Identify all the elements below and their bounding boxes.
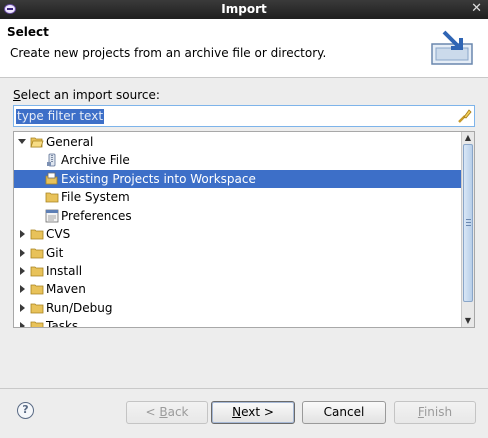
folder-icon [30, 321, 44, 327]
page-title: Select [7, 25, 49, 39]
collapsed-arrow-icon[interactable] [17, 280, 27, 298]
folder-icon [30, 303, 44, 314]
page-description: Create new projects from an archive file… [10, 46, 327, 60]
tree-vertical-scrollbar[interactable]: ▲ ▼ [461, 132, 474, 327]
folder-icon [45, 192, 59, 203]
window-title: Import [221, 2, 267, 16]
folder-open-icon [30, 137, 44, 148]
cancel-button[interactable]: Cancel [302, 401, 386, 424]
import-source-label: Select an import source: [13, 88, 160, 102]
collapsed-arrow-icon[interactable] [17, 262, 27, 280]
back-button[interactable]: < Back [126, 401, 208, 424]
tree-item-git[interactable]: Git [14, 244, 462, 262]
folder-icon [30, 248, 44, 259]
tree-item-install[interactable]: Install [14, 262, 462, 280]
scroll-up-icon[interactable]: ▲ [462, 132, 474, 144]
help-icon[interactable]: ? [17, 402, 34, 419]
tree-item-archive-file[interactable]: Archive File [14, 151, 462, 169]
tree-item-general[interactable]: General [14, 133, 462, 151]
wizard-header: Select Create new projects from an archi… [0, 19, 488, 78]
close-icon[interactable]: ✕ [471, 1, 482, 16]
scroll-down-icon[interactable]: ▼ [462, 315, 474, 327]
preferences-icon [45, 209, 59, 223]
tree-item-label: CVS [46, 227, 71, 241]
finish-button[interactable]: Finish [394, 401, 476, 424]
tree-item-label: Archive File [61, 153, 130, 167]
collapsed-arrow-icon[interactable] [17, 244, 27, 262]
tree-item-label: Preferences [61, 209, 132, 223]
folder-icon [30, 266, 44, 277]
tree-item-tasks[interactable]: Tasks [14, 317, 462, 328]
filter-input[interactable]: type filter text [13, 105, 475, 127]
clear-filter-icon[interactable] [456, 108, 472, 124]
collapsed-arrow-icon[interactable] [17, 299, 27, 317]
tree-item-label: Run/Debug [46, 301, 113, 315]
tree-item-label: Git [46, 246, 64, 260]
folder-icon [30, 229, 44, 240]
tree-item-existing-projects[interactable]: Existing Projects into Workspace [14, 170, 462, 188]
tree-item-cvs[interactable]: CVS [14, 225, 462, 243]
expanded-arrow-icon[interactable] [17, 133, 27, 151]
import-wizard-icon [431, 30, 473, 65]
scrollbar-thumb[interactable] [463, 144, 473, 302]
collapsed-arrow-icon[interactable] [17, 225, 27, 243]
tree-item-file-system[interactable]: File System [14, 188, 462, 206]
tree-item-label: Tasks [46, 319, 79, 328]
tree-item-preferences[interactable]: Preferences [14, 207, 462, 225]
collapsed-arrow-icon[interactable] [17, 317, 27, 328]
tree-item-label: General [46, 135, 94, 149]
tree-item-label: Maven [46, 282, 86, 296]
archive-file-icon [47, 153, 56, 167]
button-bar-separator [0, 388, 488, 389]
filter-input-text: type filter text [16, 109, 105, 124]
tree-item-label: Existing Projects into Workspace [61, 172, 256, 186]
import-source-tree[interactable]: General Archive File Existing Projects i… [13, 131, 475, 328]
tree-item-label: File System [61, 190, 130, 204]
tree-item-label: Install [46, 264, 83, 278]
next-button[interactable]: Next > [211, 401, 295, 424]
folder-icon [30, 284, 44, 295]
tree-item-maven[interactable]: Maven [14, 280, 462, 298]
title-bar: Import ✕ [0, 0, 488, 19]
tree-item-run-debug[interactable]: Run/Debug [14, 299, 462, 317]
existing-projects-icon [45, 172, 58, 185]
